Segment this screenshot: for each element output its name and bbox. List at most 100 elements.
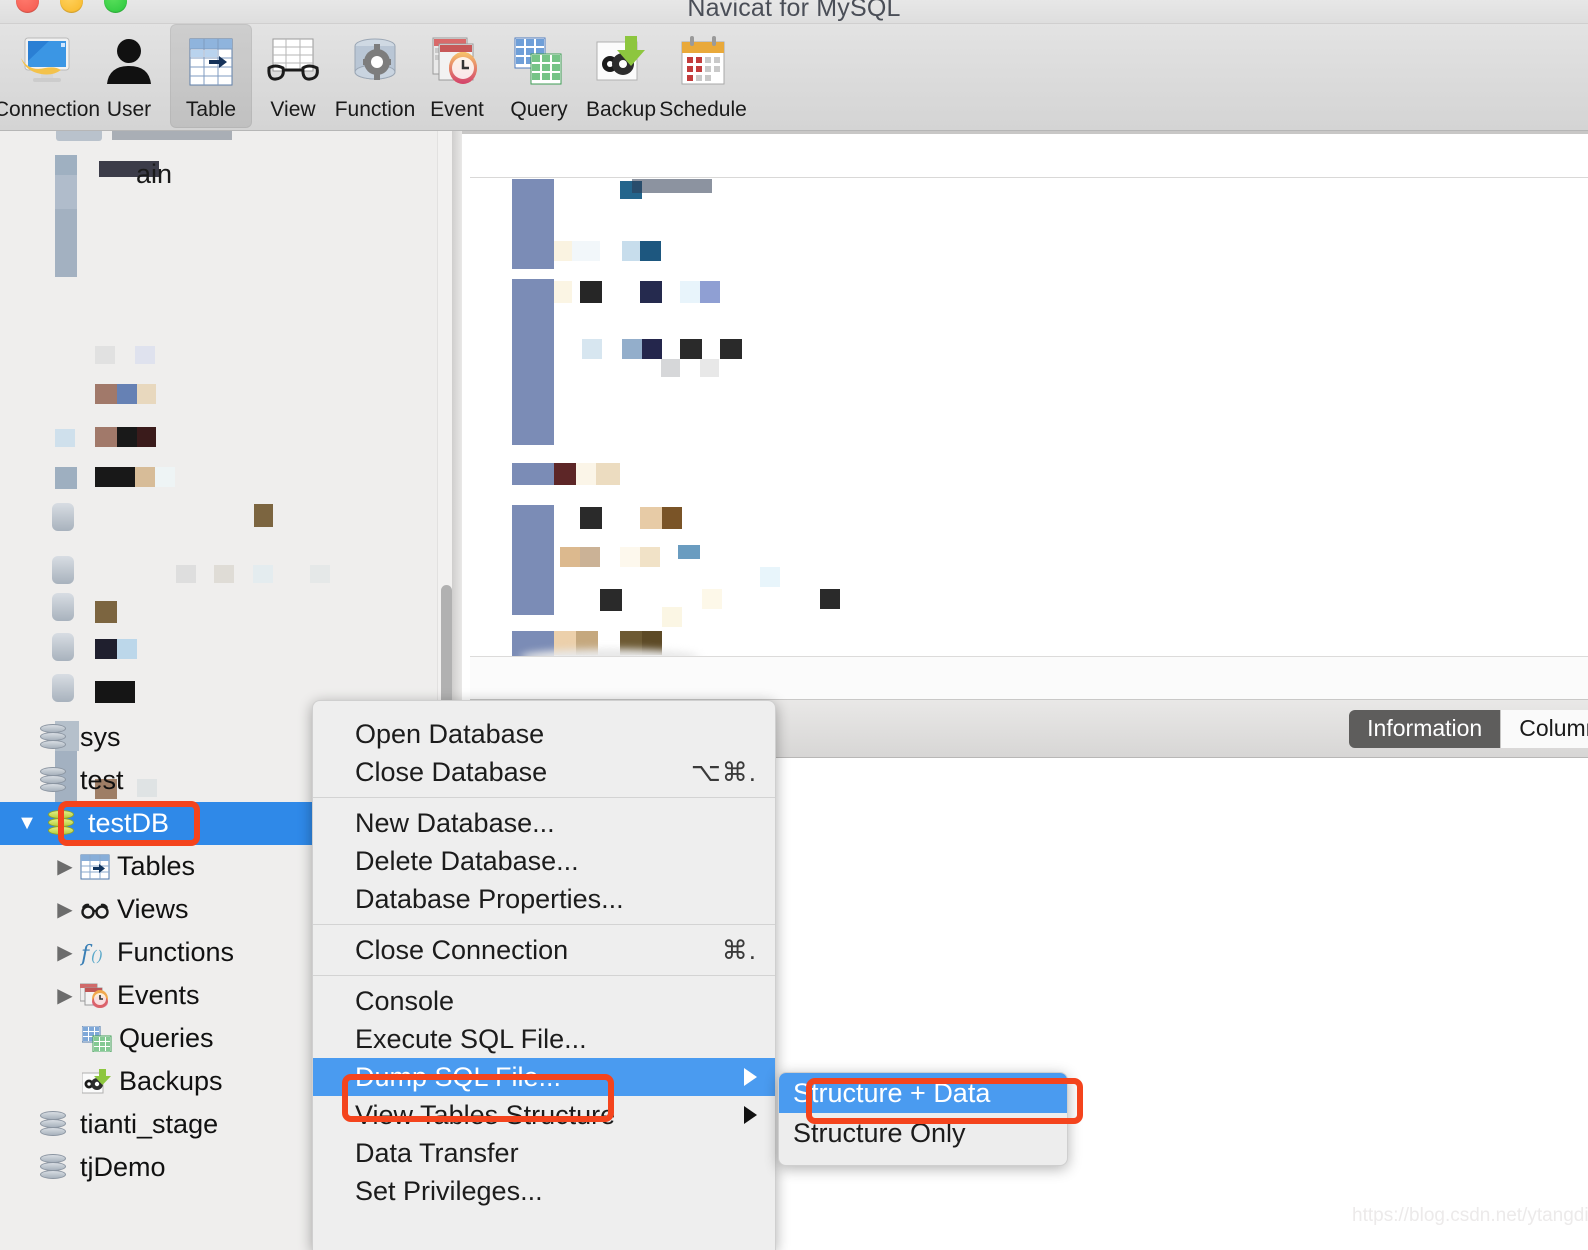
blur-block [52, 503, 74, 531]
tab-information[interactable]: Information [1349, 709, 1501, 748]
menu-item-database-properties[interactable]: Database Properties... [313, 880, 775, 918]
backups-icon [81, 1068, 112, 1095]
tab-label: Information [1367, 715, 1483, 741]
blur-block [512, 179, 554, 201]
schedule-icon [671, 29, 735, 97]
menu-item-delete-database[interactable]: Delete Database... [313, 842, 775, 880]
toolbar-button-backup[interactable]: Backup [580, 24, 662, 128]
disclosure-triangle-closed-icon[interactable]: ▶ [52, 897, 78, 923]
blur-block [52, 674, 74, 702]
dump-sql-file-submenu[interactable]: Structure + Data Structure Only [778, 1072, 1068, 1166]
menu-item-new-database[interactable]: New Database... [313, 804, 775, 842]
blur-block [137, 427, 156, 447]
blur-block [622, 339, 642, 359]
blur-block [678, 545, 700, 559]
sidebar-scrollbar-thumb[interactable] [441, 585, 452, 710]
toolbar-button-event[interactable]: Event [416, 24, 498, 128]
toolbar-button-view[interactable]: View [252, 24, 334, 128]
partial-tree-label: ain [136, 159, 173, 189]
query-icon [507, 29, 571, 97]
blur-block [55, 155, 77, 175]
blur-block [95, 427, 117, 447]
disclosure-triangle-closed-icon[interactable]: ▶ [52, 854, 78, 880]
menu-item-set-privileges[interactable]: Set Privileges... [313, 1172, 775, 1210]
disclosure-triangle-open-icon[interactable]: ▼ [14, 811, 40, 837]
disclosure-triangle-closed-icon[interactable]: ▶ [52, 983, 78, 1009]
blur-block [512, 505, 554, 615]
toolbar-button-function[interactable]: Function [334, 24, 416, 128]
blur-block [596, 463, 620, 485]
tree-item-label: Backups [119, 1066, 223, 1096]
menu-separator [313, 797, 775, 798]
blur-block [214, 565, 234, 583]
blur-block [702, 589, 722, 609]
blur-block [176, 565, 196, 583]
disclosure-triangle-closed-icon[interactable]: ▶ [52, 940, 78, 966]
connection-icon [15, 29, 79, 97]
blur-block [554, 241, 572, 261]
grid-footer-strip [470, 656, 1588, 700]
menu-item-dump-sql-file[interactable]: Dump SQL File... [313, 1058, 775, 1096]
blur-block [95, 639, 117, 659]
blur-block [572, 241, 600, 261]
blur-block [117, 639, 137, 659]
blur-block [560, 547, 580, 567]
svg-text:(): () [91, 947, 103, 965]
blur-block [760, 567, 780, 587]
menu-item-view-tables-structure[interactable]: View Tables Structure [313, 1096, 775, 1134]
menu-item-label: Database Properties... [355, 883, 624, 914]
toolbar-button-query[interactable]: Query [498, 24, 580, 128]
toolbar-button-table[interactable]: Table [170, 24, 252, 128]
blur-block [720, 339, 742, 359]
menu-item-console[interactable]: Console [313, 982, 775, 1020]
blur-block [640, 547, 660, 567]
blur-block [661, 359, 680, 377]
event-icon [425, 29, 489, 97]
blur-block [55, 209, 77, 277]
menu-item-label: New Database... [355, 807, 555, 838]
menu-item-label: Close Connection [355, 934, 569, 965]
tree-item-label: sys [80, 722, 121, 752]
blur-block [95, 346, 115, 364]
tab-columns[interactable]: Columns [1500, 709, 1588, 748]
blur-block [580, 547, 600, 567]
menu-item-label: Dump SQL File... [355, 1061, 562, 1092]
submenu-item-label: Structure + Data [793, 1077, 991, 1108]
blur-block [642, 339, 662, 359]
redacted-object-grid[interactable] [470, 179, 1588, 656]
blur-block [662, 607, 682, 627]
blur-block [95, 384, 117, 404]
database-context-menu[interactable]: Open Database Close Database ⌥⌘. New Dat… [312, 700, 776, 1250]
submenu-item-label: Structure Only [793, 1117, 966, 1148]
menu-item-execute-sql-file[interactable]: Execute SQL File... [313, 1020, 775, 1058]
blur-block [512, 201, 554, 237]
menu-item-data-transfer[interactable]: Data Transfer [313, 1134, 775, 1172]
submenu-arrow-icon [744, 1068, 757, 1086]
tree-item-label: testDB [88, 808, 170, 838]
functions-icon: f () [79, 940, 110, 967]
menu-item-label: Data Transfer [355, 1137, 519, 1168]
menu-item-label: Open Database [355, 718, 545, 749]
toolbar-button-schedule[interactable]: Schedule [659, 24, 747, 128]
blur-block [554, 463, 576, 485]
blur-block [135, 467, 155, 487]
blur-block [640, 507, 662, 529]
blur-block [512, 237, 554, 269]
menu-item-close-connection[interactable]: Close Connection ⌘. [313, 931, 775, 969]
submenu-item-structure-plus-data[interactable]: Structure + Data [779, 1073, 1067, 1113]
menu-separator [313, 924, 775, 925]
toolbar-button-connection[interactable]: Connection [0, 24, 100, 128]
blur-block [680, 339, 702, 359]
blur-block [56, 131, 102, 141]
navicat-window: Navicat for MySQL Connection User Table … [0, 0, 1588, 1250]
menu-item-open-database[interactable]: Open Database [313, 715, 775, 753]
menu-item-label: Close Database [355, 756, 548, 787]
submenu-item-structure-only[interactable]: Structure Only [779, 1113, 1067, 1153]
views-icon [80, 897, 110, 923]
toolbar-label: Function [334, 98, 416, 121]
blur-block [155, 467, 175, 487]
menu-item-close-database[interactable]: Close Database ⌥⌘. [313, 753, 775, 791]
tree-item-label: Views [117, 894, 189, 924]
toolbar-button-user[interactable]: User [88, 24, 170, 128]
blur-block [600, 589, 622, 611]
